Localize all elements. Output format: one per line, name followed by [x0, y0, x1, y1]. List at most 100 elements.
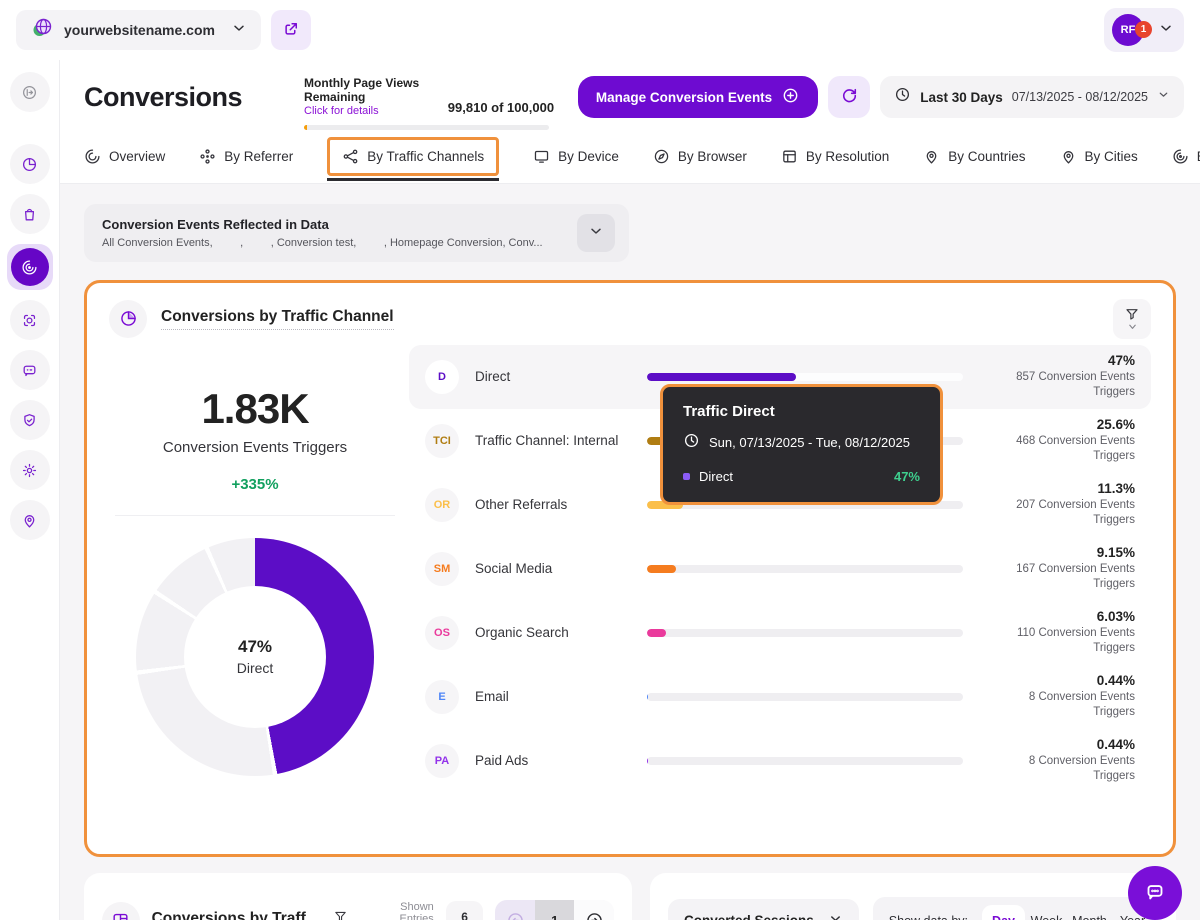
tab-by-cities[interactable]: By Cities: [1060, 140, 1138, 173]
channel-pct: 25.6%: [985, 417, 1135, 432]
channel-pct: 11.3%: [985, 481, 1135, 496]
traffic-icon: [342, 148, 359, 165]
table-icon: [102, 902, 140, 920]
account-menu[interactable]: RF 1: [1104, 8, 1184, 52]
site-selector[interactable]: yourwebsitename.com: [16, 10, 261, 50]
donut-center-pct: 47%: [238, 637, 272, 657]
channel-count: 8 Conversion Events Triggers: [985, 754, 1135, 785]
table-filter-button[interactable]: [331, 909, 350, 920]
external-link-icon: [282, 20, 300, 41]
period-week[interactable]: Week: [1025, 905, 1068, 920]
pie-chart-icon: [109, 300, 147, 338]
tab-by-browser[interactable]: By Browser: [653, 140, 747, 173]
tooltip-series-label: Direct: [699, 469, 733, 484]
avatar: RF 1: [1112, 14, 1144, 46]
channel-pct: 0.44%: [985, 737, 1135, 752]
chart-title[interactable]: Conversions by Traffic Channel: [161, 308, 394, 330]
channel-bar: [647, 757, 963, 765]
tooltip-series-value: 47%: [894, 469, 920, 484]
feedback-icon: [21, 362, 38, 379]
total-conversions: 1.83K: [109, 385, 401, 433]
refresh-button[interactable]: [828, 76, 870, 118]
channel-badge: OR: [425, 488, 459, 522]
sidebar-item-feedback[interactable]: [10, 350, 50, 390]
chevron-down-icon: [231, 20, 247, 41]
support-chat-button[interactable]: [1128, 866, 1182, 920]
sidebar-item-location[interactable]: [10, 500, 50, 540]
tab-by-resolution[interactable]: By Resolution: [781, 140, 889, 173]
channel-badge: SM: [425, 552, 459, 586]
channel-count: 207 Conversion Events Triggers: [985, 498, 1135, 529]
content: Conversion Events Reflected in Data All …: [60, 184, 1200, 920]
chevron-down-icon: [828, 911, 843, 920]
browser-icon: [653, 148, 670, 165]
tab-by-utm-campaign[interactable]: By UTM Campaign: [1172, 140, 1200, 173]
channel-label: Email: [475, 689, 643, 704]
tab-by-countries[interactable]: By Countries: [923, 140, 1025, 173]
manage-conversion-events-button[interactable]: Manage Conversion Events: [578, 76, 818, 118]
banner-subtitle: All Conversion Events, , , Conversion te…: [102, 237, 543, 249]
ecommerce-icon: [21, 206, 38, 223]
pagination: 1: [495, 900, 614, 920]
sidebar-item-settings[interactable]: [10, 450, 50, 490]
notification-badge: 1: [1135, 21, 1152, 38]
pin-icon: [923, 148, 940, 165]
channel-label: Direct: [475, 369, 643, 384]
channel-row-organic-search[interactable]: OSOrganic Search6.03%110 Conversion Even…: [409, 601, 1151, 665]
pin-icon: [1060, 148, 1077, 165]
conversions-table-card: Conversions by Traff... Shown Entries 1-…: [84, 873, 632, 920]
channel-pct: 47%: [985, 353, 1135, 368]
next-page-button[interactable]: [574, 900, 614, 920]
prev-page-button[interactable]: [495, 900, 535, 920]
sidebar: [0, 60, 60, 920]
date-range-picker[interactable]: Last 30 Days 07/13/2025 - 08/12/2025: [880, 76, 1184, 118]
channel-bar: [647, 629, 963, 637]
pageviews-quota: Monthly Page Views Remaining Click for d…: [304, 76, 554, 130]
channel-count: 167 Conversion Events Triggers: [985, 562, 1135, 593]
collapse-sidebar-icon: [21, 84, 38, 101]
channel-badge: PA: [425, 744, 459, 778]
tab-by-referrer[interactable]: By Referrer: [199, 140, 293, 173]
page-size-selector[interactable]: 6: [446, 901, 484, 920]
chart-filter-button[interactable]: [1113, 299, 1151, 339]
tab-by-traffic-channels[interactable]: By Traffic Channels: [327, 137, 499, 176]
sidebar-item-security[interactable]: [10, 400, 50, 440]
refresh-icon: [840, 86, 859, 108]
channel-row-social-media[interactable]: SMSocial Media9.15%167 Conversion Events…: [409, 537, 1151, 601]
sidebar-item-conversions[interactable]: [7, 244, 53, 290]
sidebar-item-sessions[interactable]: [10, 300, 50, 340]
sidebar-item-collapse-sidebar[interactable]: [10, 72, 50, 112]
show-data-by: Show data by: DayWeekMonthYear: [873, 897, 1162, 920]
metric-selector[interactable]: Converted Sessions: [668, 899, 859, 920]
tab-by-device[interactable]: By Device: [533, 140, 619, 173]
channel-label: Organic Search: [475, 625, 643, 640]
channel-count: 857 Conversion Events Triggers: [985, 370, 1135, 401]
channel-label: Social Media: [475, 561, 643, 576]
channel-row-email[interactable]: EEmail0.44%8 Conversion Events Triggers: [409, 665, 1151, 729]
sidebar-item-ecommerce[interactable]: [10, 194, 50, 234]
clock-icon: [894, 86, 911, 108]
period-month[interactable]: Month: [1068, 905, 1111, 920]
period-day[interactable]: Day: [982, 905, 1025, 920]
resolution-icon: [781, 148, 798, 165]
table-title[interactable]: Conversions by Traff...: [152, 910, 319, 920]
banner-title: Conversion Events Reflected in Data: [102, 217, 543, 232]
settings-icon: [21, 462, 38, 479]
site-name: yourwebsitename.com: [64, 22, 221, 38]
donut-chart[interactable]: 47% Direct: [136, 538, 374, 776]
channel-row-paid-ads[interactable]: PAPaid Ads0.44%8 Conversion Events Trigg…: [409, 729, 1151, 793]
current-page[interactable]: 1: [535, 900, 575, 920]
report-tabs: Overview By Referrer By Traffic Channels By…: [60, 130, 1200, 184]
banner-expand-button[interactable]: [577, 214, 615, 252]
quota-details-link[interactable]: Click for details: [304, 105, 438, 117]
tab-overview[interactable]: Overview: [84, 140, 165, 173]
tooltip-date-range: Sun, 07/13/2025 - Tue, 08/12/2025: [709, 435, 910, 450]
bottom-row: Conversions by Traff... Shown Entries 1-…: [84, 873, 1176, 920]
channel-bar: [647, 565, 963, 573]
security-icon: [21, 412, 38, 429]
open-site-button[interactable]: [271, 10, 311, 50]
sidebar-item-analytics[interactable]: [10, 144, 50, 184]
donut-center-label: Direct: [237, 660, 274, 676]
channel-count: 468 Conversion Events Triggers: [985, 434, 1135, 465]
series-color-dot: [683, 473, 690, 480]
